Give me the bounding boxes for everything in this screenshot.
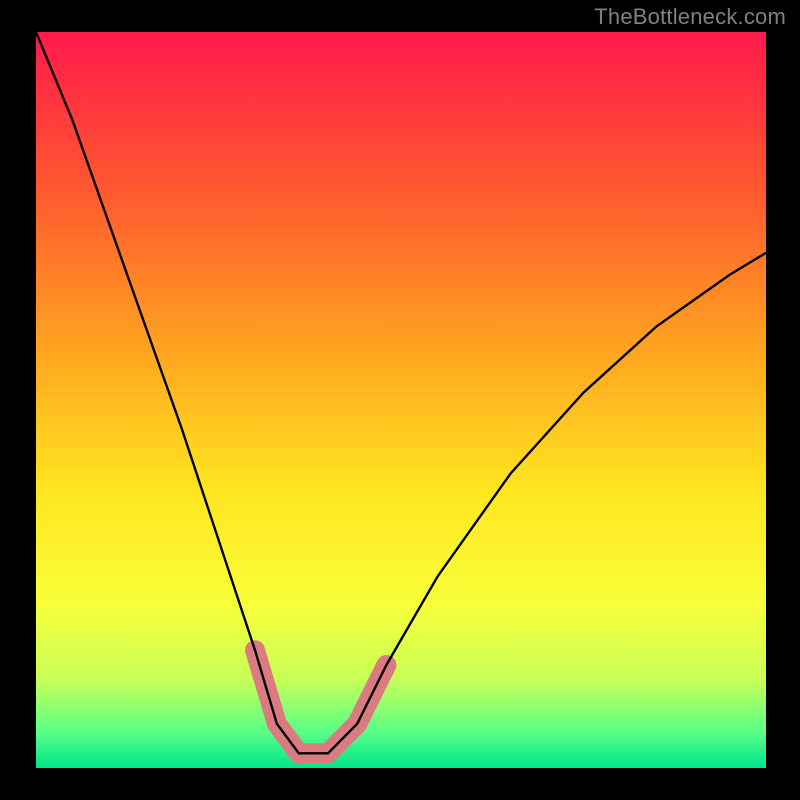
watermark-text: TheBottleneck.com: [594, 4, 786, 30]
chart-frame: { "watermark": "TheBottleneck.com", "cha…: [0, 0, 800, 800]
plot-background: [36, 32, 766, 768]
chart-svg: [0, 0, 800, 800]
